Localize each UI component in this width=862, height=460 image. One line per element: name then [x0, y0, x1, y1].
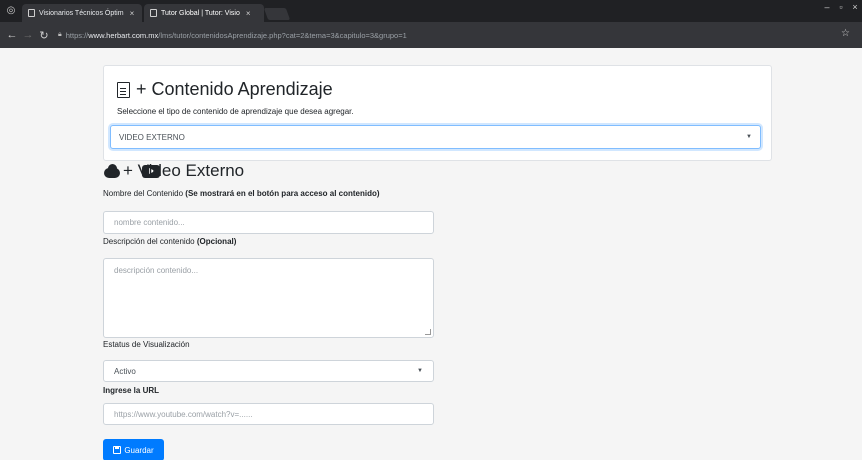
- lock-icon: 🔒︎: [58, 31, 62, 38]
- page-icon: [28, 9, 35, 17]
- save-icon: [113, 446, 122, 454]
- description-placeholder: descripción contenido...: [114, 266, 199, 275]
- close-tab-icon[interactable]: ×: [246, 9, 251, 18]
- close-tab-icon[interactable]: ×: [130, 9, 135, 18]
- browser-tab-title: Visionarios Técnicos Óptim: [39, 9, 124, 17]
- content-name-input[interactable]: nombre contenido...: [103, 211, 434, 234]
- page-content: + Contenido Aprendizaje Seleccione el ti…: [0, 48, 862, 460]
- new-tab-button[interactable]: [263, 8, 291, 20]
- name-label-hint: (Se mostrará en el botón para acceso al …: [185, 189, 380, 198]
- url-label-text: Ingrese la URL: [103, 386, 160, 395]
- url-scheme: https://: [65, 30, 89, 40]
- minimize-icon[interactable]: –: [820, 0, 834, 16]
- section-title-text: + Video Externo: [123, 161, 245, 180]
- status-value: Activo: [114, 366, 136, 376]
- card-title: + Contenido Aprendizaje: [117, 79, 333, 100]
- file-text-icon: [117, 81, 130, 98]
- video-url-placeholder: https://www.youtube.com/watch?v=......: [114, 409, 253, 419]
- forward-arrow-icon[interactable]: →: [20, 29, 36, 41]
- window-controls: – ▫ ×: [820, 0, 862, 16]
- browser-tab-1[interactable]: Visionarios Técnicos Óptim ×: [22, 4, 142, 22]
- close-window-icon[interactable]: ×: [848, 0, 862, 16]
- content-name-placeholder: nombre contenido...: [114, 218, 185, 227]
- save-button-label: Guardar: [124, 445, 154, 455]
- save-button[interactable]: Guardar: [103, 439, 164, 460]
- page-icon: [150, 9, 157, 17]
- description-label: Descripción del contenido (Opcional): [103, 237, 236, 246]
- reload-icon[interactable]: ↻: [36, 29, 52, 42]
- name-label-text: Nombre del Contenido: [103, 189, 184, 198]
- content-type-card: + Contenido Aprendizaje Seleccione el ti…: [103, 65, 772, 161]
- url-path: /lms/tutor/contenidosAprendizaje.php?cat…: [158, 30, 407, 40]
- content-type-value: VIDEO EXTERNO: [119, 132, 185, 142]
- chevron-down-icon: ▼: [746, 134, 752, 140]
- incognito-icon: ◎: [6, 5, 16, 16]
- card-title-text: + Contenido Aprendizaje: [136, 79, 333, 99]
- video-url-input[interactable]: https://www.youtube.com/watch?v=......: [103, 403, 434, 425]
- name-label: Nombre del Contenido (Se mostrará en el …: [103, 189, 380, 198]
- browser-tab-title: Tutor Global | Tutor: Visio: [161, 9, 240, 17]
- resize-handle-icon[interactable]: [425, 329, 431, 335]
- content-type-select[interactable]: VIDEO EXTERNO ▼: [110, 125, 761, 149]
- url-label: Ingrese la URL: [103, 386, 159, 395]
- maximize-icon[interactable]: ▫: [834, 0, 848, 16]
- description-label-text: Descripción del contenido: [103, 237, 195, 246]
- browser-tab-2[interactable]: Tutor Global | Tutor: Visio ×: [144, 4, 264, 22]
- address-bar: ← → ↻ 🔒︎ https://www.herbart.com.mx/lms/…: [0, 22, 862, 48]
- back-arrow-icon[interactable]: ←: [4, 29, 20, 41]
- section-title: + Video Externo: [103, 161, 244, 180]
- browser-tab-bar: ◎ Visionarios Técnicos Óptim × Tutor Glo…: [0, 0, 862, 22]
- status-select[interactable]: Activo ▼: [103, 360, 434, 382]
- url-field[interactable]: 🔒︎ https://www.herbart.com.mx/lms/tutor/…: [58, 26, 407, 44]
- description-textarea[interactable]: descripción contenido...: [103, 258, 434, 338]
- card-subtitle: Seleccione el tipo de contenido de apren…: [117, 107, 354, 116]
- bookmark-star-icon[interactable]: ☆: [841, 28, 850, 39]
- cloud-upload-icon: [103, 164, 121, 178]
- description-label-hint: (Opcional): [196, 237, 237, 246]
- url-host: www.herbart.com.mx: [88, 30, 159, 40]
- chevron-down-icon: ▼: [417, 368, 423, 374]
- status-label: Estatus de Visualización: [103, 340, 190, 349]
